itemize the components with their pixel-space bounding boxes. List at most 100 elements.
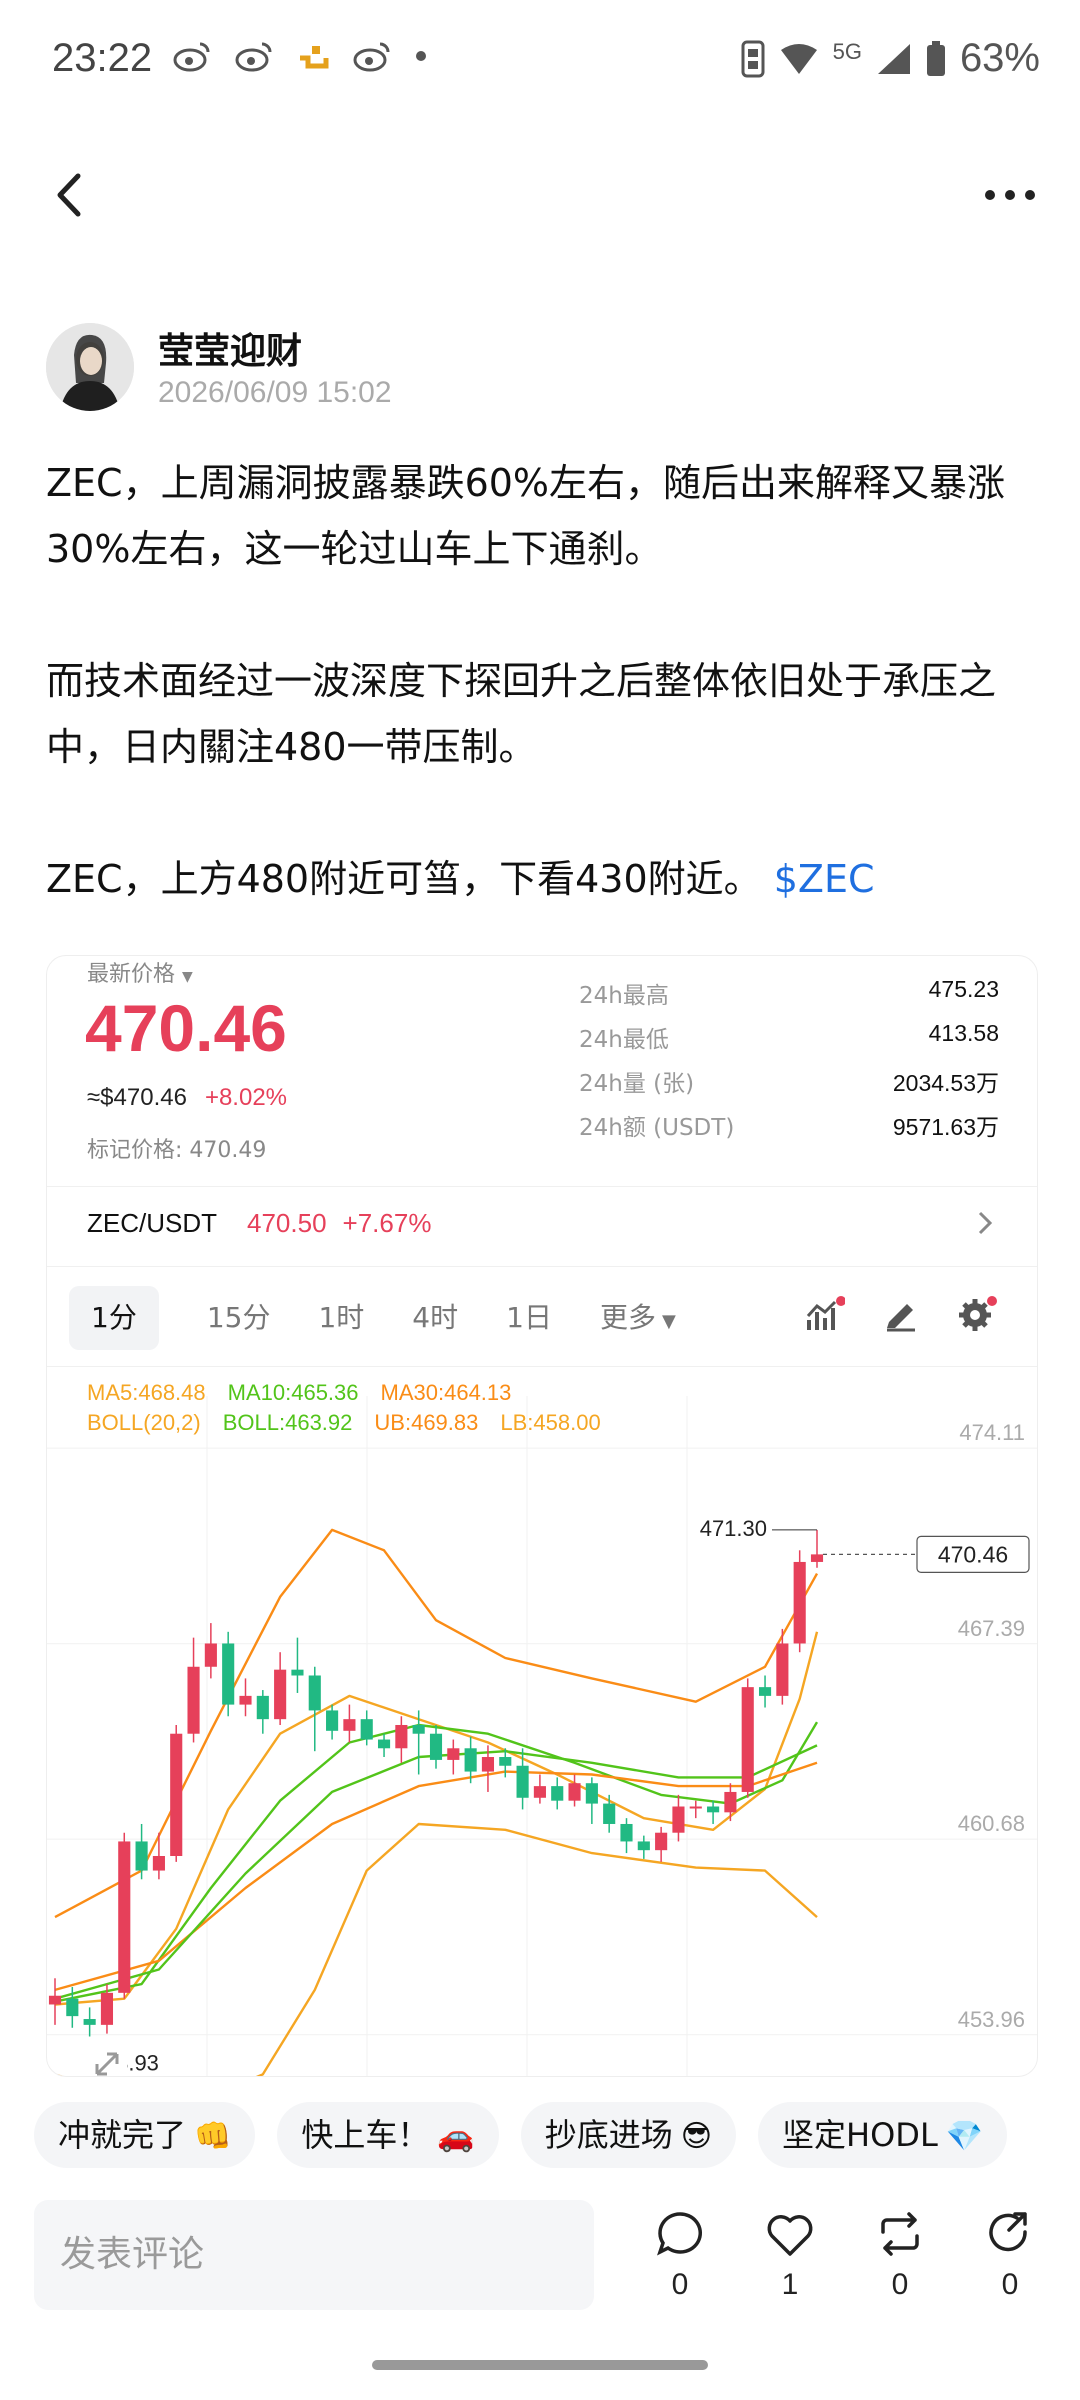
candle-body <box>568 1783 581 1801</box>
binance-icon <box>300 46 329 69</box>
usd-change: +8.02% <box>204 1084 288 1111</box>
y-tick-label: 467.39 <box>958 1616 1025 1641</box>
comment-count: 0 <box>671 2268 689 2301</box>
stat-value: 475.23 <box>928 976 999 1002</box>
status-bar: 23:22 5G 63% <box>0 0 1080 120</box>
wifi-icon <box>780 43 817 74</box>
coin-tag-link[interactable]: $ZEC <box>774 857 875 901</box>
expand-icon[interactable] <box>87 2046 127 2077</box>
candle-body <box>724 1791 737 1813</box>
pair-name: ZEC/USDT <box>87 1208 217 1238</box>
candle-body <box>447 1748 460 1760</box>
tab-1d[interactable]: 1日 <box>506 1286 552 1350</box>
reaction-chip[interactable]: 冲就完了 👊 <box>34 2102 256 2168</box>
candle-body <box>429 1733 443 1760</box>
candle-body <box>810 1554 824 1562</box>
candle-body <box>603 1803 616 1824</box>
candle-body <box>291 1669 304 1676</box>
repost-button[interactable]: 0 <box>870 2210 930 2302</box>
latest-price-label[interactable]: 最新价格 ▼ <box>87 956 193 988</box>
home-indicator[interactable] <box>372 2360 708 2370</box>
candle-body <box>135 1841 148 1871</box>
weibo-icon <box>235 42 272 72</box>
candle-body <box>239 1695 252 1705</box>
stat-value: 9571.63万 <box>892 1114 999 1140</box>
more-options-icon[interactable] <box>980 175 1040 215</box>
usd-price: ≈$470.46 <box>87 1084 187 1111</box>
y-tick-label: 453.96 <box>958 2007 1025 2032</box>
share-icon <box>989 2212 1027 2252</box>
pair-change: +7.67% <box>342 1208 432 1238</box>
draw-pen-icon[interactable] <box>883 1296 919 1332</box>
status-time: 23:22 <box>52 36 153 80</box>
share-button[interactable]: 0 <box>980 2210 1040 2302</box>
dot-icon <box>416 51 426 61</box>
heart-icon <box>767 2215 813 2256</box>
back-icon[interactable] <box>50 170 90 220</box>
candle-body <box>637 1841 650 1851</box>
like-button[interactable]: 1 <box>760 2210 820 2302</box>
candle-body <box>741 1687 754 1792</box>
caret-down-icon: ▼ <box>661 1311 676 1332</box>
candle-body <box>274 1669 287 1720</box>
candle-body <box>655 1832 668 1851</box>
mark-price: 470.49 <box>189 1138 267 1163</box>
candle-body <box>793 1561 806 1644</box>
reaction-chip[interactable]: 坚定HODL 💎 <box>758 2102 1008 2168</box>
stat-row: 24h最高 475.23 <box>579 976 999 1020</box>
trading-pair-row[interactable]: ZEC/USDT 470.50 +7.67% <box>87 1208 997 1248</box>
reaction-chip[interactable]: 快上车！ 🚗 <box>277 2102 499 2168</box>
indicator-icon[interactable] <box>805 1296 845 1332</box>
candle-body <box>689 1806 702 1809</box>
battery-icon <box>926 40 945 76</box>
author-name[interactable]: 莹莹迎财 <box>158 322 302 374</box>
candle-body <box>118 1841 131 1993</box>
current-price-label: 470.46 <box>938 1541 1008 1567</box>
avatar[interactable] <box>46 323 134 411</box>
candle-body <box>620 1823 633 1842</box>
candle-body <box>343 1719 356 1731</box>
tab-1m[interactable]: 1分 <box>69 1286 159 1350</box>
comment-bubble-icon <box>657 2212 702 2256</box>
chevron-right-icon <box>978 1211 993 1235</box>
post-body: ZEC，上周漏洞披露暴跌60%左右，随后出来解释又暴涨30%左右，这一轮过山车上… <box>46 450 1036 912</box>
comment-input[interactable]: 发表评论 <box>34 2200 594 2310</box>
series-line-ma30 <box>54 1761 818 1992</box>
candle-body <box>672 1806 685 1833</box>
candle-body <box>152 1856 165 1871</box>
post-timestamp: 2026/06/09 15:02 <box>158 376 392 409</box>
reaction-chip[interactable]: 抄底进场 😎 <box>520 2102 737 2168</box>
candle-body <box>377 1739 391 1749</box>
settings-gear-icon[interactable] <box>957 1296 997 1332</box>
post-paragraph: ZEC，上周漏洞披露暴跌60%左右，随后出来解释又暴涨30%左右，这一轮过山车上… <box>46 461 1006 571</box>
candle-body <box>66 1998 79 2017</box>
candle-body <box>187 1666 200 1734</box>
high-label: 471.30 <box>700 1516 767 1541</box>
candle-body <box>308 1675 321 1711</box>
market-card[interactable]: 最新价格 ▼ 470.46 ≈$470.46 +8.02% 标记价格: 470.4… <box>46 955 1038 2077</box>
repost-count: 0 <box>891 2268 909 2301</box>
notification-icons <box>172 40 428 72</box>
candle-body <box>551 1786 564 1801</box>
mark-price-row: 标记价格: 470.49 <box>87 1132 266 1164</box>
stat-label: 24h最高 <box>579 983 669 1009</box>
signal-icon <box>877 43 910 74</box>
tab-15m[interactable]: 15分 <box>207 1286 271 1350</box>
candle-body <box>707 1806 720 1813</box>
tab-1h[interactable]: 1时 <box>318 1286 364 1350</box>
post-paragraph-text: ZEC，上方480附近可筜，下看430附近。 <box>46 857 762 901</box>
candle-body <box>100 1992 114 2025</box>
tab-4h[interactable]: 4时 <box>412 1286 458 1350</box>
comment-button[interactable]: 0 <box>650 2210 710 2302</box>
candle-body <box>326 1710 339 1731</box>
candle-body <box>204 1643 217 1667</box>
latest-price: 470.46 <box>85 991 287 1065</box>
candle-body <box>533 1786 546 1798</box>
weibo-icon <box>173 42 210 72</box>
kline-chart[interactable]: 474.11467.39460.68453.96471.30470.46453.… <box>47 1386 1037 2077</box>
candle-body <box>412 1724 425 1734</box>
stat-row: 24h额 (USDT) 9571.63万 <box>579 1108 999 1152</box>
candle-body <box>758 1687 772 1696</box>
candle-body <box>170 1733 183 1856</box>
tab-more[interactable]: 更多 ▼ <box>600 1286 676 1350</box>
